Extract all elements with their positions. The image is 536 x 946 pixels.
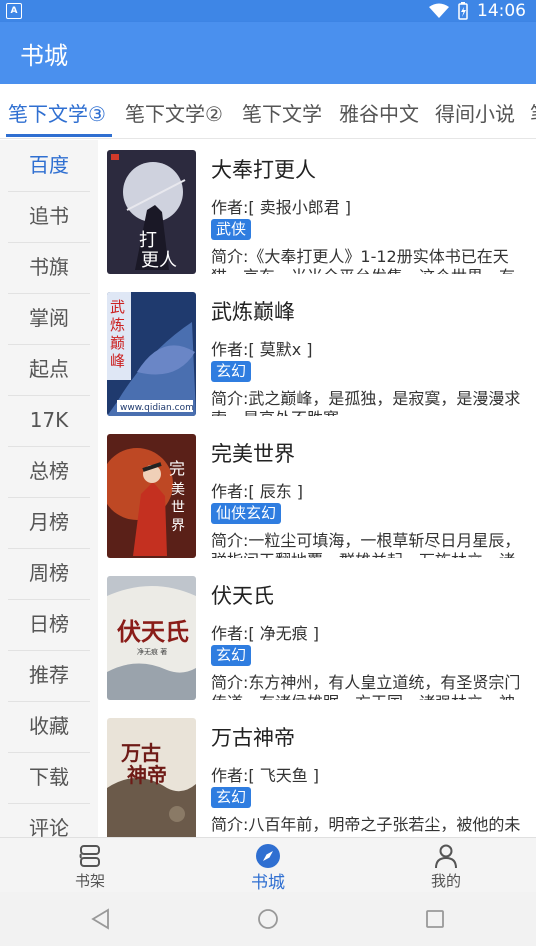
svg-text:界: 界	[171, 518, 185, 534]
genre-tag: 仙侠玄幻	[211, 503, 282, 524]
book-cover-image: 打 更人	[107, 150, 196, 274]
book-author: 作者:[ 莫默x ]	[211, 340, 313, 359]
book-author: 作者:[ 飞天鱼 ]	[211, 766, 320, 785]
status-bar: A 14:06	[0, 0, 536, 22]
back-icon[interactable]	[88, 906, 114, 932]
sidebar-item-monthly-rank[interactable]: 月榜	[8, 497, 90, 549]
list-item[interactable]: 伏天氏 净无痕 著 伏天氏 作者:[ 净无痕 ] 玄幻 简介:东方神州，有人皇立…	[98, 566, 536, 708]
book-cover-image: 完 美 世 界	[107, 434, 196, 558]
recents-icon[interactable]	[422, 906, 448, 932]
person-icon	[435, 844, 457, 869]
svg-text:完: 完	[169, 459, 185, 478]
book-intro: 简介:武之巅峰，是孤独，是寂寞，是漫漫求索，是高处不胜寒	[211, 389, 521, 416]
sidebar-item-total-rank[interactable]: 总榜	[8, 446, 90, 498]
tab-source-3[interactable]: 笔下文学	[242, 98, 322, 127]
list-item[interactable]: 打 更人 大奉打更人 作者:[ 卖报小郎君 ] 武侠 简介:《大奉打更人》1-1…	[98, 140, 536, 282]
genre-tag: 玄幻	[211, 645, 252, 666]
book-intro: 简介:《大奉打更人》1-12册实体书已在天猫、京东、当当全平台发售。这个世界，有	[211, 247, 515, 274]
tab-source-6[interactable]: 笔	[530, 98, 536, 127]
bookshelf-icon	[79, 845, 100, 867]
book-intro: 简介:东方神州，有人皇立道统，有圣贤宗门传道，有诸侯雄踞一方王国，诸强林立，神	[211, 673, 521, 700]
sidebar-item-recommend[interactable]: 推荐	[8, 650, 90, 702]
svg-text:更人: 更人	[141, 250, 177, 271]
svg-text:打: 打	[139, 230, 157, 251]
home-icon[interactable]	[255, 906, 281, 932]
battery-icon	[458, 2, 468, 20]
genre-tag: 玄幻	[211, 361, 252, 382]
svg-text:美: 美	[171, 482, 185, 498]
svg-text:巅: 巅	[110, 334, 125, 352]
wifi-icon	[429, 3, 449, 18]
clock: 14:06	[477, 1, 526, 21]
svg-text:神帝: 神帝	[127, 763, 167, 787]
svg-text:伏天氏: 伏天氏	[117, 617, 189, 646]
sidebar-item-baidu[interactable]: 百度	[8, 140, 90, 192]
sidebar-item-17k[interactable]: 17K	[8, 395, 90, 447]
book-title: 大奉打更人	[211, 158, 316, 182]
source-tabs: 笔下文学③ 笔下文学② 笔下文学 雅谷中文 得间小说 笔	[0, 84, 536, 139]
sidebar-item-shuqi[interactable]: 书旗	[8, 242, 90, 294]
list-item[interactable]: 万古 神帝 万古神帝 作者:[ 飞天鱼 ] 玄幻 简介:八百年前，明帝之子张若尘…	[98, 708, 536, 837]
list-item[interactable]: 武 炼 巅 峰 www.qidian.com 武炼巅峰 作者:[ 莫默x ] 玄…	[98, 282, 536, 424]
nav-bookshelf[interactable]: 书架	[30, 838, 150, 893]
compass-icon	[256, 844, 280, 868]
svg-text:世: 世	[171, 500, 185, 516]
book-author: 作者:[ 辰东 ]	[211, 482, 304, 501]
app-notification-icon: A	[6, 3, 22, 19]
tab-source-4[interactable]: 雅谷中文	[339, 98, 419, 127]
sidebar-item-zhuishu[interactable]: 追书	[8, 191, 90, 243]
svg-text:峰: 峰	[110, 352, 125, 370]
tab-source-1[interactable]: 笔下文学③	[8, 98, 106, 127]
sidebar-item-daily-rank[interactable]: 日榜	[8, 599, 90, 651]
book-intro: 简介:一粒尘可填海，一根草斩尽日月星辰，弹指间天翻地覆。群雄并起，万族林立，诸	[211, 531, 521, 558]
book-author: 作者:[ 卖报小郎君 ]	[211, 198, 352, 217]
svg-text:净无痕 著: 净无痕 著	[137, 647, 167, 656]
book-title: 完美世界	[211, 442, 295, 466]
tab-indicator	[6, 134, 112, 137]
sidebar-item-weekly-rank[interactable]: 周榜	[8, 548, 90, 600]
book-cover-image: 万古 神帝	[107, 718, 196, 837]
app-bar: 书城	[0, 22, 536, 84]
sidebar-item-qidian[interactable]: 起点	[8, 344, 90, 396]
book-title: 伏天氏	[211, 584, 274, 608]
sidebar-item-comments[interactable]: 评论	[8, 803, 90, 837]
book-title: 万古神帝	[211, 726, 295, 750]
bottom-nav: 书架 书城 我的	[0, 837, 536, 893]
book-intro: 简介:八百年前，明帝之子张若尘，被他的未	[211, 815, 521, 834]
nav-label: 我的	[430, 872, 461, 890]
genre-tag: 武侠	[211, 219, 252, 240]
system-nav-bar	[0, 892, 536, 946]
svg-text:炼: 炼	[110, 316, 125, 334]
nav-label: 书城	[251, 873, 285, 893]
svg-text:www.qidian.com: www.qidian.com	[120, 403, 194, 413]
nav-mine[interactable]: 我的	[386, 838, 506, 893]
page-title: 书城	[20, 42, 68, 70]
sidebar-item-favorites[interactable]: 收藏	[8, 701, 90, 753]
tab-source-5[interactable]: 得间小说	[435, 98, 515, 127]
list-item[interactable]: 完 美 世 界 完美世界 作者:[ 辰东 ] 仙侠玄幻 简介:一粒尘可填海，一根…	[98, 424, 536, 566]
book-list: 打 更人 大奉打更人 作者:[ 卖报小郎君 ] 武侠 简介:《大奉打更人》1-1…	[98, 140, 536, 837]
svg-text:万古: 万古	[120, 741, 161, 765]
book-cover-image: 武 炼 巅 峰 www.qidian.com	[107, 292, 196, 416]
nav-label: 书架	[74, 872, 105, 890]
tab-source-2[interactable]: 笔下文学②	[125, 98, 223, 127]
book-title: 武炼巅峰	[211, 300, 295, 324]
category-sidebar: 百度 追书 书旗 掌阅 起点 17K 总榜 月榜 周榜 日榜 推荐 收藏 下载 …	[0, 140, 98, 837]
svg-text:武: 武	[110, 298, 125, 316]
book-author: 作者:[ 净无痕 ]	[211, 624, 320, 643]
nav-bookstore[interactable]: 书城	[208, 838, 328, 893]
book-cover-image: 伏天氏 净无痕 著	[107, 576, 196, 700]
genre-tag: 玄幻	[211, 787, 252, 808]
sidebar-item-zhangyue[interactable]: 掌阅	[8, 293, 90, 345]
sidebar-item-downloads[interactable]: 下载	[8, 752, 90, 804]
